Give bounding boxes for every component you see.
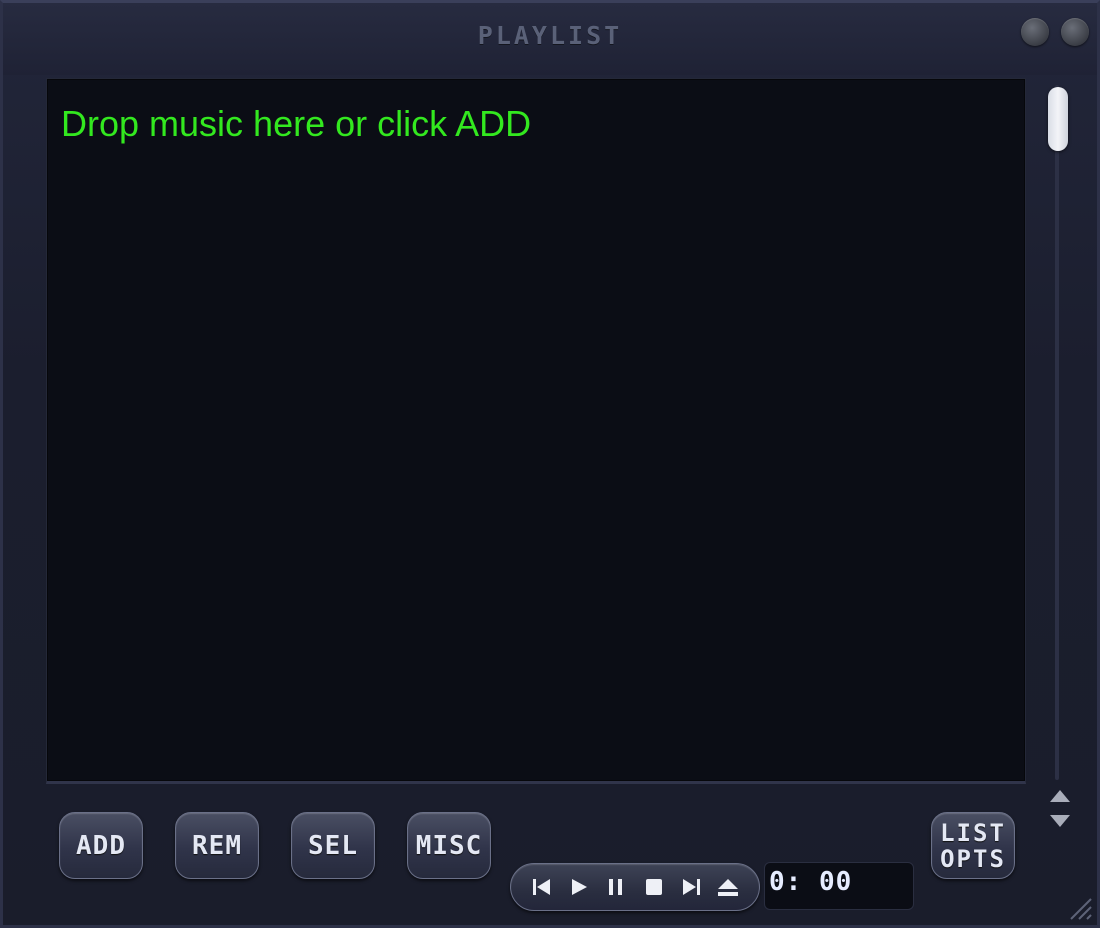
next-icon[interactable] — [677, 873, 705, 901]
scrollbar-track[interactable] — [1055, 85, 1059, 780]
close-button[interactable] — [1061, 18, 1089, 46]
scrollbar-thumb[interactable] — [1048, 87, 1068, 151]
play-icon[interactable] — [565, 873, 593, 901]
title-bar[interactable]: PLAYLIST — [3, 3, 1097, 75]
select-button[interactable]: SEL — [291, 812, 375, 879]
playlist-area[interactable]: Drop music here or click ADD — [46, 78, 1026, 784]
previous-icon[interactable] — [528, 873, 556, 901]
resize-grip-icon[interactable] — [1065, 893, 1095, 923]
eject-icon[interactable] — [714, 873, 742, 901]
misc-button[interactable]: MISC — [407, 812, 491, 879]
list-options-button[interactable]: LIST OPTS — [931, 812, 1015, 879]
minimize-button[interactable] — [1021, 18, 1049, 46]
scroll-up-arrow-icon[interactable] — [1050, 790, 1070, 802]
pause-icon[interactable] — [602, 873, 630, 901]
window-title: PLAYLIST — [477, 21, 623, 50]
stop-icon[interactable] — [640, 873, 668, 901]
list-options-label-line1: LIST — [940, 818, 1006, 847]
remove-button[interactable]: REM — [175, 812, 259, 879]
empty-playlist-message: Drop music here or click ADD — [61, 103, 532, 144]
playlist-window: PLAYLIST Drop music here or click ADD AD… — [0, 0, 1100, 928]
scroll-down-arrow-icon[interactable] — [1050, 815, 1070, 827]
transport-controls — [510, 863, 760, 911]
time-display: 0: 00 — [764, 862, 914, 910]
add-button[interactable]: ADD — [59, 812, 143, 879]
list-options-label-line2: OPTS — [940, 844, 1006, 873]
